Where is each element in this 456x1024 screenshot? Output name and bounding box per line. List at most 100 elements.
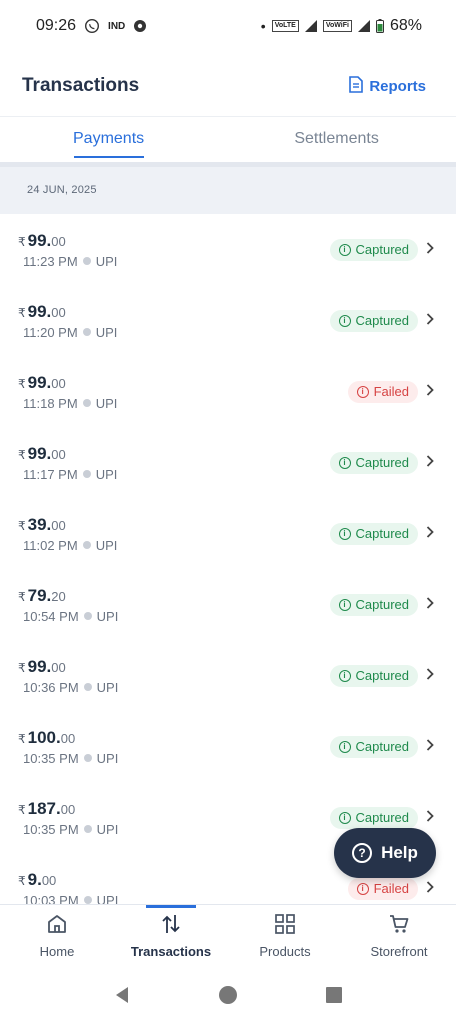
rupee-symbol: ₹ — [18, 873, 26, 888]
amount-integer: 99. — [27, 656, 52, 676]
separator-dot — [83, 754, 92, 762]
amount-decimal: 20 — [51, 588, 66, 604]
cart-icon — [388, 913, 410, 938]
status-label: Captured — [355, 668, 409, 683]
status-label: Failed — [373, 881, 409, 896]
transaction-time: 10:35 PM — [23, 821, 79, 837]
transaction-meta: 11:17 PM UPI — [18, 467, 117, 482]
tab-payments[interactable]: Payments — [0, 117, 217, 162]
info-icon: i — [338, 598, 351, 611]
carrier-label: IND — [108, 20, 126, 32]
transaction-info: ₹ 79. 20 10:54 PM UPI — [18, 586, 118, 624]
status-label: Captured — [355, 526, 409, 541]
nav-item-transactions[interactable]: Transactions — [114, 905, 228, 966]
status-badge: i Failed — [347, 380, 418, 403]
status-badge: i Failed — [347, 877, 418, 900]
transaction-row[interactable]: ₹ 79. 20 10:54 PM UPI i Captured — [0, 569, 456, 640]
grid-icon — [274, 913, 296, 938]
separator-dot — [82, 470, 91, 478]
info-icon: i — [338, 740, 351, 753]
chevron-right-icon — [426, 596, 434, 614]
chevron-right-icon — [426, 738, 434, 756]
transaction-row[interactable]: ₹ 39. 00 11:02 PM UPI i Captured — [0, 498, 456, 569]
rupee-symbol: ₹ — [18, 660, 26, 675]
reports-button[interactable]: Reports — [349, 75, 426, 97]
transaction-row[interactable]: ₹ 99. 00 11:18 PM UPI i Failed — [0, 356, 456, 427]
rupee-symbol: ₹ — [18, 802, 26, 817]
transaction-meta: 11:18 PM UPI — [18, 396, 117, 411]
status-badge: i Captured — [329, 522, 418, 545]
transaction-info: ₹ 99. 00 11:18 PM UPI — [18, 373, 117, 411]
rupee-symbol: ₹ — [18, 518, 26, 533]
status-bar: 09:26 IND • VoLTE VoWiFi 68% — [0, 0, 456, 52]
chevron-right-icon — [426, 809, 434, 827]
chevron-right-icon — [426, 383, 434, 401]
transaction-row[interactable]: ₹ 99. 00 11:20 PM UPI i Captured — [0, 285, 456, 356]
transactions-list[interactable]: ₹ 99. 00 11:23 PM UPI i Captured ₹ 99. 0… — [0, 214, 456, 904]
transaction-method: UPI — [96, 679, 119, 695]
date-header: 24 JUN, 2025 — [0, 162, 456, 214]
amount-integer: 39. — [27, 514, 52, 534]
battery-icon — [375, 19, 384, 33]
chevron-right-icon — [426, 454, 434, 472]
tab-settlements[interactable]: Settlements — [217, 117, 456, 162]
transaction-method: UPI — [96, 821, 119, 837]
nav-item-home[interactable]: Home — [0, 905, 114, 966]
reports-label: Reports — [369, 77, 426, 95]
system-navigation — [0, 966, 456, 1024]
transaction-method: UPI — [95, 253, 118, 269]
transactions-icon — [160, 913, 182, 938]
amount-integer: 100. — [27, 727, 61, 747]
transaction-time: 10:36 PM — [23, 679, 79, 695]
status-label: Captured — [355, 455, 409, 470]
bottom-nav: Home Transactions Products Storefront — [0, 904, 456, 966]
transaction-method: UPI — [96, 750, 119, 766]
info-icon: i — [338, 456, 351, 469]
amount-integer: 9. — [27, 869, 42, 889]
nav-label-products: Products — [259, 943, 311, 959]
transaction-amount: ₹ 99. 00 — [18, 657, 118, 677]
recents-icon[interactable] — [325, 986, 343, 1004]
transaction-row[interactable]: ₹ 99. 00 11:23 PM UPI i Captured — [0, 214, 456, 285]
transaction-info: ₹ 99. 00 11:20 PM UPI — [18, 302, 117, 340]
transaction-row[interactable]: ₹ 100. 00 10:35 PM UPI i Captured — [0, 711, 456, 782]
status-badge: i Captured — [329, 593, 418, 616]
transaction-amount: ₹ 99. 00 — [18, 373, 117, 393]
status-label: Captured — [355, 313, 409, 328]
nav-item-products[interactable]: Products — [228, 905, 342, 966]
rupee-symbol: ₹ — [18, 376, 26, 391]
transaction-amount: ₹ 187. 00 — [18, 799, 118, 819]
status-badge: i Captured — [329, 806, 418, 829]
transaction-info: ₹ 39. 00 11:02 PM UPI — [18, 515, 117, 553]
app-header: Transactions Reports — [0, 58, 456, 114]
info-icon: i — [338, 243, 351, 256]
transaction-status-area: i Captured — [329, 522, 456, 545]
transaction-status-area: i Captured — [329, 309, 456, 332]
transaction-method: UPI — [96, 892, 119, 905]
amount-integer: 99. — [27, 301, 52, 321]
transaction-meta: 11:20 PM UPI — [18, 325, 117, 340]
amount-integer: 99. — [27, 230, 52, 250]
transaction-info: ₹ 9. 00 10:03 PM UPI — [18, 869, 119, 905]
back-icon[interactable] — [113, 986, 131, 1004]
home-circle-icon[interactable] — [218, 985, 238, 1005]
amount-decimal: 00 — [51, 517, 66, 533]
transaction-amount: ₹ 39. 00 — [18, 515, 117, 535]
transaction-row[interactable]: ₹ 99. 00 11:17 PM UPI i Captured — [0, 427, 456, 498]
transaction-status-area: i Captured — [329, 451, 456, 474]
nav-label-storefront: Storefront — [370, 943, 428, 959]
separator-dot — [82, 328, 91, 336]
nav-item-storefront[interactable]: Storefront — [342, 905, 456, 966]
rupee-symbol: ₹ — [18, 234, 26, 249]
separator-dot — [83, 896, 92, 904]
info-icon: i — [356, 385, 369, 398]
amount-decimal: 00 — [60, 730, 76, 746]
separator-dot — [82, 399, 91, 407]
help-button[interactable]: ? Help — [334, 828, 436, 878]
transaction-amount: ₹ 100. 00 — [18, 728, 118, 748]
transaction-row[interactable]: ₹ 99. 00 10:36 PM UPI i Captured — [0, 640, 456, 711]
status-label: Captured — [355, 810, 409, 825]
transaction-amount: ₹ 99. 00 — [18, 231, 117, 251]
whatsapp-icon — [84, 18, 100, 34]
transaction-info: ₹ 100. 00 10:35 PM UPI — [18, 728, 118, 766]
